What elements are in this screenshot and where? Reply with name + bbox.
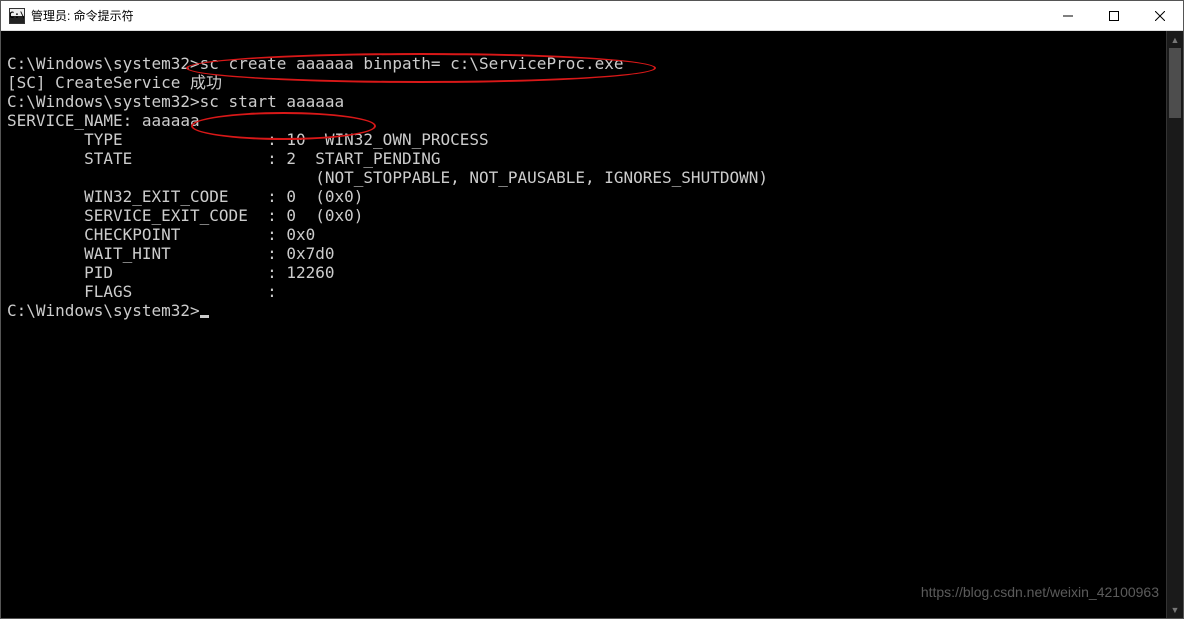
- scroll-up-button[interactable]: ▲: [1167, 31, 1183, 48]
- terminal-container: C:\Windows\system32>sc create aaaaaa bin…: [1, 31, 1183, 618]
- output-line: WIN32_EXIT_CODE : 0 (0x0): [7, 187, 1160, 206]
- prompt-text: C:\Windows\system32>: [7, 54, 200, 73]
- titlebar[interactable]: C:\ 管理员: 命令提示符: [1, 1, 1183, 31]
- output-line: WAIT_HINT : 0x7d0: [7, 244, 1160, 263]
- minimize-button[interactable]: [1045, 1, 1091, 30]
- output-line: [SC] CreateService 成功: [7, 73, 1160, 92]
- prompt-text: C:\Windows\system32>: [7, 92, 200, 111]
- scrollbar-thumb[interactable]: [1169, 48, 1181, 118]
- output-line: (NOT_STOPPABLE, NOT_PAUSABLE, IGNORES_SH…: [7, 168, 1160, 187]
- output-line: SERVICE_NAME: aaaaaa: [7, 111, 1160, 130]
- output-line: CHECKPOINT : 0x0: [7, 225, 1160, 244]
- window-controls: [1045, 1, 1183, 30]
- command-prompt-window: C:\ 管理员: 命令提示符 C:\Windows\system32>sc cr…: [0, 0, 1184, 619]
- terminal-output[interactable]: C:\Windows\system32>sc create aaaaaa bin…: [1, 31, 1166, 618]
- output-line: PID : 12260: [7, 263, 1160, 282]
- command-text: sc start aaaaaa: [200, 92, 345, 111]
- output-line: FLAGS :: [7, 282, 1160, 301]
- output-line: TYPE : 10 WIN32_OWN_PROCESS: [7, 130, 1160, 149]
- output-line: C:\Windows\system32>sc create aaaaaa bin…: [7, 54, 1160, 73]
- output-line: C:\Windows\system32>sc start aaaaaa: [7, 92, 1160, 111]
- output-line: STATE : 2 START_PENDING: [7, 149, 1160, 168]
- vertical-scrollbar[interactable]: ▲ ▼: [1166, 31, 1183, 618]
- scroll-down-button[interactable]: ▼: [1167, 601, 1183, 618]
- output-line: C:\Windows\system32>: [7, 301, 1160, 320]
- prompt-text: C:\Windows\system32>: [7, 301, 200, 320]
- cmd-icon: C:\: [9, 8, 25, 24]
- close-button[interactable]: [1137, 1, 1183, 30]
- maximize-button[interactable]: [1091, 1, 1137, 30]
- output-line: SERVICE_EXIT_CODE : 0 (0x0): [7, 206, 1160, 225]
- window-title: 管理员: 命令提示符: [31, 7, 1045, 24]
- cursor: [200, 315, 209, 318]
- command-text: sc create aaaaaa binpath= c:\ServiceProc…: [200, 54, 624, 73]
